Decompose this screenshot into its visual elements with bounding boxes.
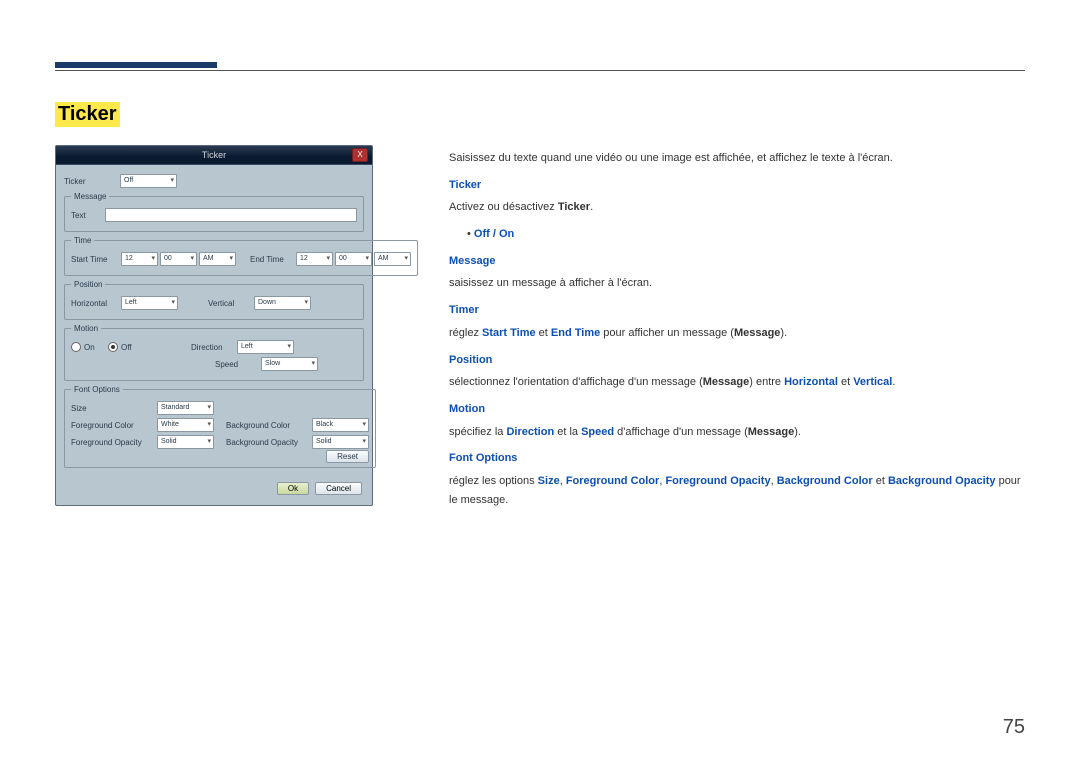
position-heading: Position xyxy=(449,351,1025,370)
start-hour-select[interactable]: 12 xyxy=(121,252,158,266)
position-legend: Position xyxy=(71,280,105,289)
font-options-description: réglez les options Size, Foreground Colo… xyxy=(449,472,1025,509)
horizontal-select[interactable]: Left xyxy=(121,296,178,310)
vertical-select[interactable]: Down xyxy=(254,296,311,310)
on-label: On xyxy=(84,343,108,352)
motion-legend: Motion xyxy=(71,324,101,333)
motion-heading: Motion xyxy=(449,400,1025,419)
screenshot-column: Ticker X Ticker Off Message Text xyxy=(55,145,371,506)
bg-opacity-select[interactable]: Solid xyxy=(312,435,369,449)
message-text-input[interactable] xyxy=(105,208,357,222)
page-number: 75 xyxy=(1003,716,1025,739)
end-hour-select[interactable]: 12 xyxy=(296,252,333,266)
time-legend: Time xyxy=(71,236,94,245)
dialog-title: Ticker xyxy=(202,150,226,160)
description-column: Saisissez du texte quand une vidéo ou un… xyxy=(449,145,1025,517)
off-label: Off xyxy=(121,343,151,352)
ticker-description: Activez ou désactivez Ticker. xyxy=(449,198,1025,217)
end-min-select[interactable]: 00 xyxy=(335,252,372,266)
close-icon[interactable]: X xyxy=(352,148,368,162)
message-description: saisissez un message à afficher à l'écra… xyxy=(449,274,1025,293)
motion-on-radio[interactable] xyxy=(71,342,81,352)
position-fieldset: Position Horizontal Left Vertical Down xyxy=(64,280,364,320)
reset-button[interactable]: Reset xyxy=(326,450,369,463)
intro-text: Saisissez du texte quand une vidéo ou un… xyxy=(449,149,1025,168)
page-content: Ticker Ticker X Ticker Off Message Text xyxy=(55,102,1025,517)
dialog-titlebar: Ticker X xyxy=(56,146,372,165)
fg-color-select[interactable]: White xyxy=(157,418,214,432)
start-time-label: Start Time xyxy=(71,255,121,264)
off-on-bullet: • Off / On xyxy=(449,225,1025,244)
bg-color-select[interactable]: Black xyxy=(312,418,369,432)
start-min-select[interactable]: 00 xyxy=(160,252,197,266)
message-heading: Message xyxy=(449,252,1025,271)
header-divider xyxy=(55,70,1025,71)
vertical-label: Vertical xyxy=(208,299,254,308)
ticker-select[interactable]: Off xyxy=(120,174,177,188)
bg-color-label: Background Color xyxy=(226,421,312,430)
ticker-dialog: Ticker X Ticker Off Message Text xyxy=(55,145,373,506)
font-options-fieldset: Font Options Size Standard Foreground Co… xyxy=(64,385,376,468)
end-ampm-select[interactable]: AM xyxy=(374,252,411,266)
bg-opacity-label: Background Opacity xyxy=(226,438,312,447)
fg-opacity-select[interactable]: Solid xyxy=(157,435,214,449)
time-fieldset: Time Start Time 12 00 AM End Time 12 00 … xyxy=(64,236,418,276)
direction-label: Direction xyxy=(191,343,237,352)
message-legend: Message xyxy=(71,192,109,201)
text-label: Text xyxy=(71,211,101,220)
header-accent-bar xyxy=(55,62,217,68)
direction-select[interactable]: Left xyxy=(237,340,294,354)
message-fieldset: Message Text xyxy=(64,192,364,232)
speed-select[interactable]: Slow xyxy=(261,357,318,371)
position-description: sélectionnez l'orientation d'affichage d… xyxy=(449,373,1025,392)
timer-description: réglez Start Time et End Time pour affic… xyxy=(449,324,1025,343)
ticker-heading: Ticker xyxy=(449,176,1025,195)
horizontal-label: Horizontal xyxy=(71,299,121,308)
fg-opacity-label: Foreground Opacity xyxy=(71,438,157,447)
size-select[interactable]: Standard xyxy=(157,401,214,415)
size-label: Size xyxy=(71,404,157,413)
font-options-heading: Font Options xyxy=(449,449,1025,468)
font-options-legend: Font Options xyxy=(71,385,123,394)
fg-color-label: Foreground Color xyxy=(71,421,157,430)
timer-heading: Timer xyxy=(449,301,1025,320)
end-time-label: End Time xyxy=(250,255,296,264)
start-ampm-select[interactable]: AM xyxy=(199,252,236,266)
page-title: Ticker xyxy=(55,102,120,127)
ok-button[interactable]: Ok xyxy=(277,482,309,495)
speed-label: Speed xyxy=(215,360,261,369)
motion-off-radio[interactable] xyxy=(108,342,118,352)
cancel-button[interactable]: Cancel xyxy=(315,482,362,495)
ticker-label: Ticker xyxy=(64,177,120,186)
motion-description: spécifiez la Direction et la Speed d'aff… xyxy=(449,423,1025,442)
motion-fieldset: Motion On Off Direction Left Speed Slow xyxy=(64,324,364,381)
